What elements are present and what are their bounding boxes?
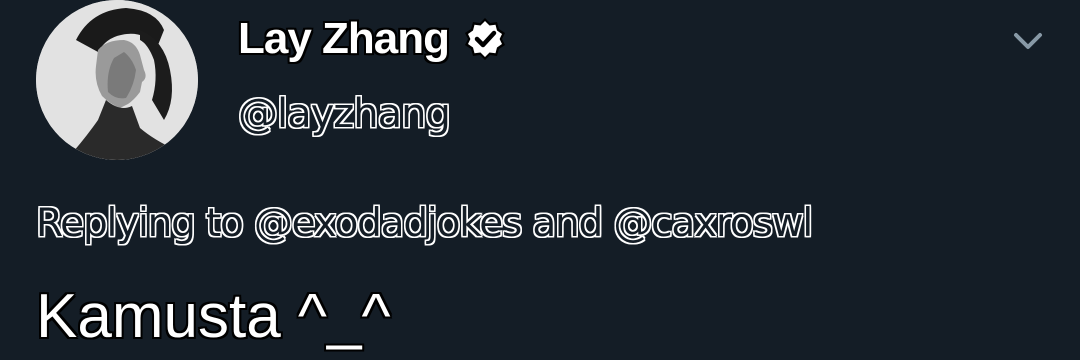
replying-connector: and (532, 201, 603, 246)
verified-badge-icon (463, 17, 507, 61)
author-name-row: Lay Zhang (238, 10, 507, 68)
reply-mention-link[interactable]: @exodadjokes (254, 201, 522, 246)
chevron-down-icon[interactable] (1008, 22, 1048, 62)
avatar-photo (36, 0, 198, 160)
user-handle[interactable]: @layzhang (238, 94, 451, 134)
tweet-card: Lay Zhang @layzhang Replying to @exodadj… (0, 0, 1080, 360)
display-name[interactable]: Lay Zhang (238, 17, 450, 61)
tweet-text: Kamusta ^_^ (36, 282, 391, 351)
reply-mention-link[interactable]: @caxroswl (613, 201, 813, 246)
replying-prefix: Replying to (36, 201, 244, 246)
replying-to-line: Replying to @exodadjokes and @caxroswl (36, 201, 813, 246)
avatar[interactable] (36, 0, 198, 160)
